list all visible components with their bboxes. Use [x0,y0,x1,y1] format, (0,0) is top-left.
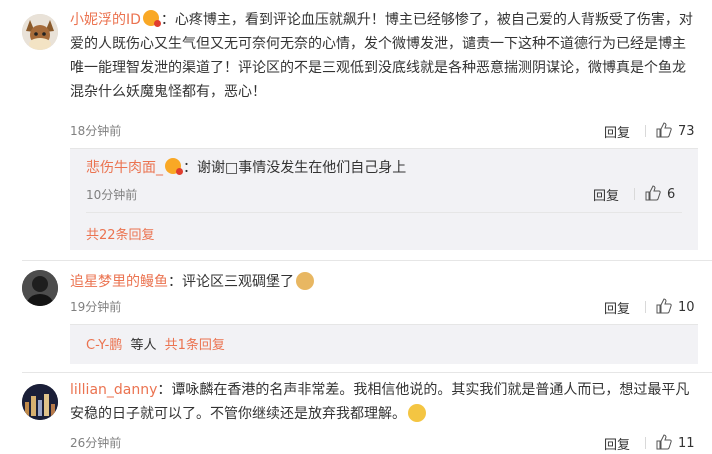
divider [22,260,712,261]
timestamp: 10分钟前 [86,188,138,202]
timestamp: 18分钟前 [70,124,122,138]
username-link[interactable]: 悲伤牛肉面_ [86,160,163,176]
divider [634,188,635,200]
reply-button[interactable]: 回复 [604,122,630,141]
member-badge-icon [165,158,183,175]
username-link[interactable]: C-Y-鹏 [86,338,122,353]
doge-emoji-icon [296,272,314,290]
comment-meta: 26分钟前 回复 11 [70,434,698,454]
username-link[interactable]: 小妮浮的ID [70,12,141,28]
divider [70,148,698,149]
comment-text: 追星梦里的鳗鱼：评论区三观碉堡了 [70,270,698,294]
divider [22,372,712,373]
timestamp: 26分钟前 [70,436,122,450]
thumbs-up-icon [645,185,661,201]
thumbs-up-icon [656,434,672,450]
city-night-avatar-icon [22,384,58,420]
reply-button[interactable]: 回复 [593,185,619,204]
divider [645,437,646,449]
like-count: 10 [678,300,695,315]
reply-button[interactable]: 回复 [604,434,630,453]
thumbs-up-icon [656,122,672,138]
others-label: 等人 [130,338,157,353]
thumbs-up-icon [656,298,672,314]
hug-emoji-icon [408,404,426,422]
member-badge-icon [142,10,161,27]
comment-body: ：谭咏麟在香港的名声非常差。我相信他说的。其实我们就是普通人而已，想过最平凡安稳… [70,382,690,422]
like-count: 11 [678,436,695,451]
like-button[interactable]: 73 [656,122,695,139]
divider [70,324,698,325]
divider [645,125,646,137]
like-button[interactable]: 10 [656,298,695,315]
avatar[interactable] [22,270,58,306]
username-link[interactable]: 追星梦里的鳗鱼 [70,274,168,290]
divider [645,301,646,313]
reply-button[interactable]: 回复 [604,298,630,317]
comment-meta: 18分钟前 回复 73 [70,122,698,142]
more-replies-link[interactable]: 共22条回复 [86,224,155,243]
comment-meta: 19分钟前 回复 10 [70,298,698,318]
avatar[interactable] [22,384,58,420]
comment-text: lillian_danny：谭咏麟在香港的名声非常差。我相信他说的。其实我们就是… [70,378,698,426]
dark-portrait-avatar-icon [22,270,58,306]
username-link[interactable]: lillian_danny [70,382,157,398]
reply-thread: 悲伤牛肉面_ ：谢谢□事情没发生在他们自己身上 10分钟前 回复 6 共22条回复 [70,148,698,250]
reply-thread: C-Y-鹏 等人 共1条回复 [70,324,698,364]
comment-body: ：评论区三观碉堡了 [168,274,294,290]
like-button[interactable]: 6 [645,185,675,202]
sub-reply-text: 悲伤牛肉面_ ：谢谢□事情没发生在他们自己身上 [86,156,406,180]
like-count: 73 [678,124,695,139]
comment-body: ：心疼博主，看到评论血压就飙升！博主已经够惨了，被自己爱的人背叛受了伤害，对爱的… [70,12,693,100]
avatar[interactable] [22,14,58,50]
reply-summary: C-Y-鹏 等人 共1条回复 [86,334,225,353]
more-replies-link[interactable]: 共1条回复 [165,338,225,353]
divider [86,212,682,213]
timestamp: 19分钟前 [70,300,122,314]
eevee-avatar-icon [22,14,58,50]
like-button[interactable]: 11 [656,434,695,451]
like-count: 6 [667,187,676,202]
comment-body: ：谢谢□事情没发生在他们自己身上 [183,160,407,176]
comment-text: 小妮浮的ID ：心疼博主，看到评论血压就飙升！博主已经够惨了，被自己爱的人背叛受了… [70,8,698,104]
